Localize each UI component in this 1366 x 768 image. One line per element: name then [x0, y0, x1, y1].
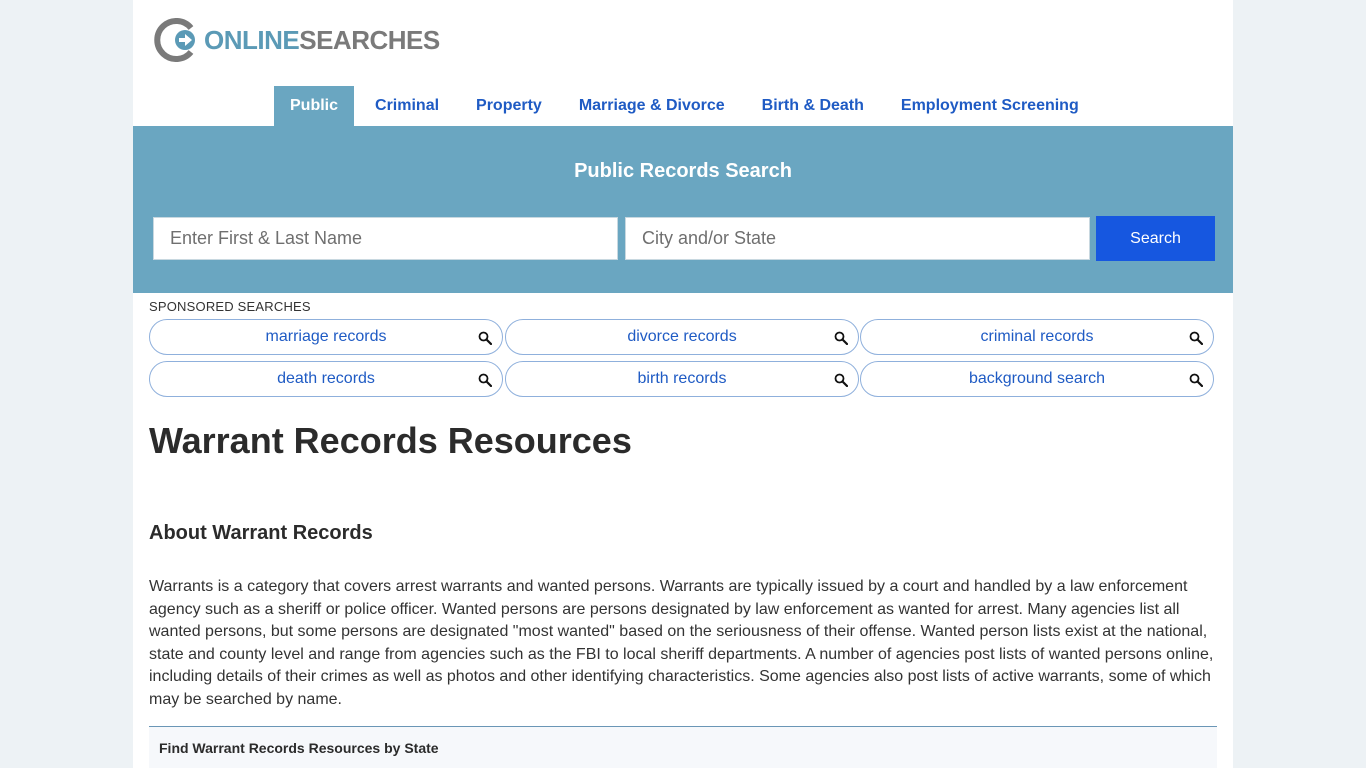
nav-item-public[interactable]: Public — [274, 86, 355, 126]
page-title: Warrant Records Resources — [149, 420, 632, 461]
about-paragraph: Warrants is a category that covers arres… — [149, 578, 1214, 708]
state-resources-box: Find Warrant Records Resources by State — [149, 726, 1217, 768]
sponsored-search-label: divorce records — [627, 328, 737, 345]
sponsored-search-birth-records[interactable]: birth records — [505, 361, 859, 397]
sponsored-search-marriage-records[interactable]: marriage records — [149, 319, 503, 355]
sponsored-search-label: marriage records — [265, 328, 387, 345]
nav-item-marriage-divorce[interactable]: Marriage & Divorce — [563, 86, 741, 126]
search-panel: Public Records Search Search — [133, 126, 1233, 293]
sponsored-searches-label: SPONSORED SEARCHES — [149, 299, 311, 314]
sponsored-search-divorce-records[interactable]: divorce records — [505, 319, 859, 355]
search-button[interactable]: Search — [1096, 216, 1215, 261]
nav-item-property[interactable]: Property — [460, 86, 558, 126]
logo-searches-text: SEARCHES — [299, 25, 440, 55]
sponsored-search-label: death records — [277, 370, 375, 387]
sponsored-search-criminal-records[interactable]: criminal records — [860, 319, 1214, 355]
nav-item-birth-death[interactable]: Birth & Death — [746, 86, 880, 126]
magnifier-icon — [834, 331, 848, 345]
sponsored-search-label: criminal records — [980, 328, 1094, 345]
sponsored-search-label: background search — [968, 370, 1106, 387]
city-state-input[interactable] — [625, 217, 1090, 260]
site-logo[interactable]: ONLINESEARCHES — [153, 18, 440, 62]
nav-item-criminal[interactable]: Criminal — [359, 86, 455, 126]
logo-arrow-icon — [154, 18, 195, 62]
page-container: ONLINESEARCHES Public Criminal Property … — [133, 0, 1233, 768]
name-input[interactable] — [153, 217, 618, 260]
about-heading: About Warrant Records — [149, 522, 373, 544]
sponsored-search-death-records[interactable]: death records — [149, 361, 503, 397]
main-nav: Public Criminal Property Marriage & Divo… — [274, 86, 1100, 126]
magnifier-icon — [478, 373, 492, 387]
state-resources-title: Find Warrant Records Resources by State — [159, 740, 439, 756]
logo-online-text: ONLINE — [204, 25, 300, 55]
logo-text: ONLINESEARCHES — [204, 18, 440, 62]
magnifier-icon — [1189, 373, 1203, 387]
sponsored-search-label: birth records — [637, 370, 727, 387]
search-panel-title: Public Records Search — [574, 160, 792, 182]
magnifier-icon — [1189, 331, 1203, 345]
magnifier-icon — [834, 373, 848, 387]
magnifier-icon — [478, 331, 492, 345]
nav-item-employment-screening[interactable]: Employment Screening — [885, 86, 1095, 126]
sponsored-search-background-search[interactable]: background search — [860, 361, 1214, 397]
